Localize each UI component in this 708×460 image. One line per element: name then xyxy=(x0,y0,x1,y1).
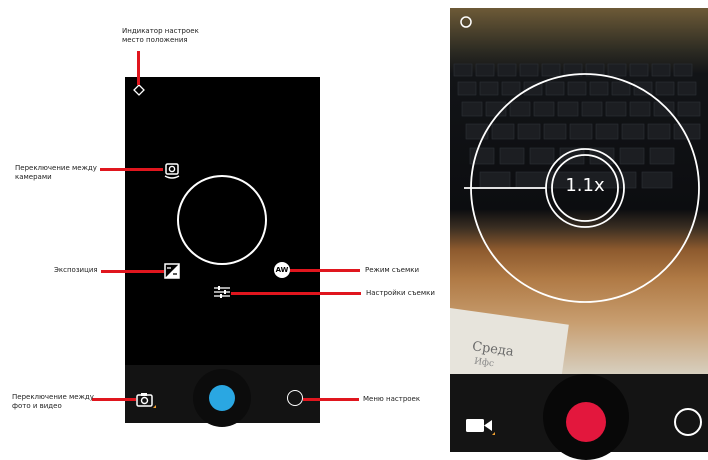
annotation-exposure: Экспозиция xyxy=(54,266,98,274)
photo-shutter-button[interactable] xyxy=(209,385,235,411)
annotation-line xyxy=(101,270,164,273)
video-camera-icon[interactable] xyxy=(465,416,495,436)
record-button[interactable] xyxy=(566,402,606,442)
annotation-line xyxy=(100,168,163,171)
annotation-line xyxy=(137,51,140,85)
annotation-line xyxy=(290,269,360,272)
camera-icon[interactable] xyxy=(136,391,156,409)
annotation-line xyxy=(92,398,136,401)
shooting-mode-badge: AW xyxy=(275,266,289,274)
annotation-shooting-mode: Режим съемки xyxy=(365,266,420,274)
annotation-shooting-settings: Настройки съемки xyxy=(366,289,435,297)
settings-menu-button[interactable] xyxy=(287,390,303,406)
annotation-switch-photo-video: Переключение между фото и видео xyxy=(12,393,94,410)
shooting-mode-button[interactable]: AW xyxy=(274,262,290,278)
annotation-location-indicator: Индикатор настроек место положения xyxy=(122,27,199,44)
annotation-line xyxy=(231,292,361,295)
settings-menu-button[interactable] xyxy=(674,408,702,436)
annotation-settings-menu: Меню настроек xyxy=(363,395,421,403)
location-indicator-icon[interactable] xyxy=(133,84,145,96)
focus-circle[interactable] xyxy=(176,174,268,266)
annotation-line xyxy=(303,398,359,401)
exposure-icon[interactable] xyxy=(164,263,180,279)
zoom-level-label: 1.1x xyxy=(565,175,605,196)
sliders-icon[interactable] xyxy=(213,284,231,300)
annotation-switch-camera: Переключение между камерами xyxy=(15,164,97,181)
